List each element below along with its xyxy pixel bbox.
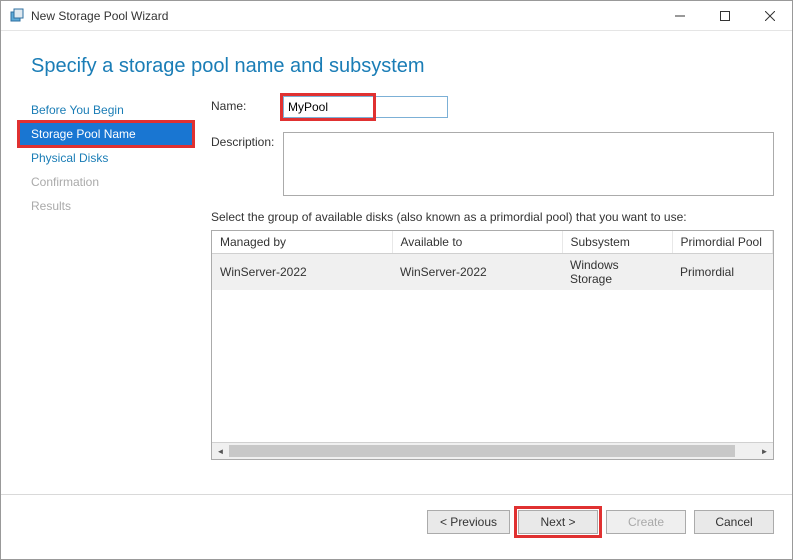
col-subsystem[interactable]: Subsystem <box>562 231 672 254</box>
scroll-track[interactable] <box>229 443 756 459</box>
heading-area: Specify a storage pool name and subsyste… <box>1 31 792 96</box>
wizard-footer: < Previous Next > Create Cancel <box>1 494 792 548</box>
close-button[interactable] <box>747 1 792 30</box>
description-label: Description: <box>211 132 283 149</box>
description-input[interactable] <box>283 132 774 196</box>
wizard-steps-sidebar: Before You Begin Storage Pool Name Physi… <box>19 96 193 494</box>
main-content: Before You Begin Storage Pool Name Physi… <box>1 96 792 494</box>
step-confirmation: Confirmation <box>19 170 193 194</box>
cancel-button[interactable]: Cancel <box>694 510 774 534</box>
step-results: Results <box>19 194 193 218</box>
scroll-thumb[interactable] <box>229 445 735 457</box>
cell-managed-by: WinServer-2022 <box>212 254 392 291</box>
minimize-button[interactable] <box>657 1 702 30</box>
app-icon <box>9 8 25 24</box>
form-area: Name: Description: Select the group of a… <box>193 96 774 494</box>
scroll-right-arrow[interactable]: ► <box>756 443 773 460</box>
col-available-to[interactable]: Available to <box>392 231 562 254</box>
cell-available-to: WinServer-2022 <box>392 254 562 291</box>
maximize-button[interactable] <box>702 1 747 30</box>
primordial-pool-table: Managed by Available to Subsystem Primor… <box>211 230 774 460</box>
cell-primordial-pool: Primordial <box>672 254 773 291</box>
create-button: Create <box>606 510 686 534</box>
col-managed-by[interactable]: Managed by <box>212 231 392 254</box>
previous-button[interactable]: < Previous <box>427 510 510 534</box>
cell-subsystem: Windows Storage <box>562 254 672 291</box>
step-physical-disks[interactable]: Physical Disks <box>19 146 193 170</box>
col-primordial-pool[interactable]: Primordial Pool <box>672 231 773 254</box>
title-bar: New Storage Pool Wizard <box>1 1 792 31</box>
window-title: New Storage Pool Wizard <box>31 9 657 23</box>
table-row[interactable]: WinServer-2022 WinServer-2022 Windows St… <box>212 254 773 291</box>
next-button[interactable]: Next > <box>518 510 598 534</box>
table-header-row: Managed by Available to Subsystem Primor… <box>212 231 773 254</box>
scroll-left-arrow[interactable]: ◄ <box>212 443 229 460</box>
window-controls <box>657 1 792 30</box>
instruction-text: Select the group of available disks (als… <box>211 210 774 224</box>
horizontal-scrollbar[interactable]: ◄ ► <box>212 442 773 459</box>
step-before-you-begin[interactable]: Before You Begin <box>19 98 193 122</box>
page-title: Specify a storage pool name and subsyste… <box>31 55 762 78</box>
name-input[interactable] <box>283 96 448 118</box>
name-label: Name: <box>211 96 283 113</box>
step-storage-pool-name[interactable]: Storage Pool Name <box>19 122 193 146</box>
